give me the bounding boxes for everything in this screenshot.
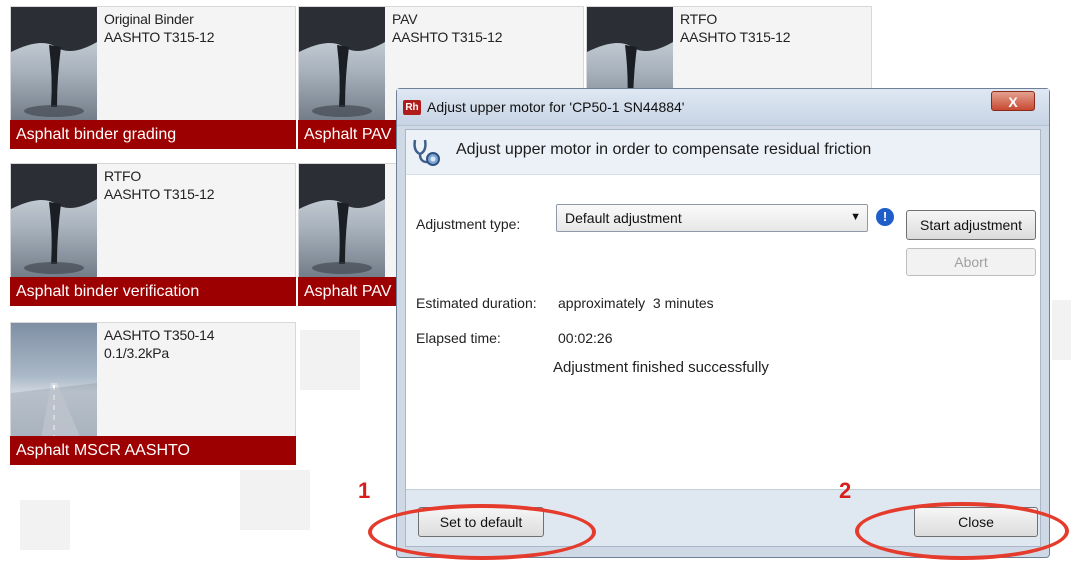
window-close-button[interactable]: X bbox=[991, 91, 1035, 111]
tile-line1: PAV bbox=[392, 11, 418, 27]
estimated-duration-label: Estimated duration: bbox=[416, 295, 537, 311]
adjustment-type-select[interactable]: Default adjustment ▼ bbox=[556, 204, 868, 232]
tile-asphalt-binder-grading[interactable]: Original Binder AASHTO T315-12 Asphalt b… bbox=[10, 6, 296, 149]
asphalt-drip-image bbox=[299, 164, 385, 280]
tile-line2: AASHTO T315-12 bbox=[104, 186, 215, 202]
start-adjustment-button[interactable]: Start adjustment bbox=[906, 210, 1036, 240]
asphalt-drip-image bbox=[299, 7, 385, 123]
tile-line2: AASHTO T315-12 bbox=[392, 29, 503, 45]
tile-title: Asphalt binder grading bbox=[10, 120, 296, 149]
tile-asphalt-binder-verification[interactable]: RTFO AASHTO T315-12 Asphalt binder verif… bbox=[10, 163, 296, 306]
road-image bbox=[11, 323, 97, 439]
rheo-app-icon: Rh bbox=[403, 100, 421, 115]
bg-decoration bbox=[240, 470, 310, 530]
elapsed-time-value: 00:02:26 bbox=[558, 330, 613, 346]
stethoscope-icon bbox=[410, 137, 442, 167]
asphalt-drip-image bbox=[11, 7, 97, 123]
annotation-ellipse-2 bbox=[855, 502, 1069, 560]
dialog-titlebar[interactable]: Rh Adjust upper motor for 'CP50-1 SN4488… bbox=[397, 89, 1049, 126]
tile-line2: AASHTO T315-12 bbox=[680, 29, 791, 45]
elapsed-time-label: Elapsed time: bbox=[416, 330, 501, 346]
tile-line2: 0.1/3.2kPa bbox=[104, 345, 169, 361]
dialog-header-text: Adjust upper motor in order to compensat… bbox=[456, 141, 872, 158]
estimated-duration-value: approximately 3 minutes bbox=[558, 295, 714, 311]
bg-decoration bbox=[300, 330, 360, 390]
dialog-title: Adjust upper motor for 'CP50-1 SN44884' bbox=[427, 99, 685, 115]
tile-line1: AASHTO T350-14 bbox=[104, 327, 215, 343]
bg-decoration bbox=[1052, 300, 1071, 360]
asphalt-drip-image bbox=[11, 164, 97, 280]
adjustment-type-label: Adjustment type: bbox=[416, 216, 521, 232]
tile-asphalt-mscr-aashto[interactable]: AASHTO T350-14 0.1/3.2kPa Asphalt MSCR A… bbox=[10, 322, 296, 465]
dialog-client-area: Adjust upper motor in order to compensat… bbox=[405, 129, 1041, 547]
annotation-number-2: 2 bbox=[839, 478, 852, 503]
abort-button[interactable]: Abort bbox=[906, 248, 1036, 276]
adjust-motor-dialog: Rh Adjust upper motor for 'CP50-1 SN4488… bbox=[396, 88, 1050, 558]
tile-line1: RTFO bbox=[104, 168, 142, 184]
tile-line1: RTFO bbox=[680, 11, 718, 27]
adjustment-type-value: Default adjustment bbox=[565, 210, 682, 226]
tile-title: Asphalt binder verification bbox=[10, 277, 296, 306]
dialog-header: Adjust upper motor in order to compensat… bbox=[406, 130, 1040, 175]
info-icon[interactable]: ! bbox=[876, 208, 894, 226]
tile-line2: AASHTO T315-12 bbox=[104, 29, 215, 45]
dropdown-arrow-icon: ▼ bbox=[850, 211, 861, 223]
tile-line1: Original Binder bbox=[104, 11, 194, 27]
annotation-number-1: 1 bbox=[358, 478, 371, 503]
tile-title: Asphalt MSCR AASHTO bbox=[10, 436, 296, 465]
bg-decoration bbox=[20, 500, 70, 550]
adjustment-status: Adjustment finished successfully bbox=[553, 359, 769, 376]
annotation-ellipse-1 bbox=[368, 504, 596, 560]
